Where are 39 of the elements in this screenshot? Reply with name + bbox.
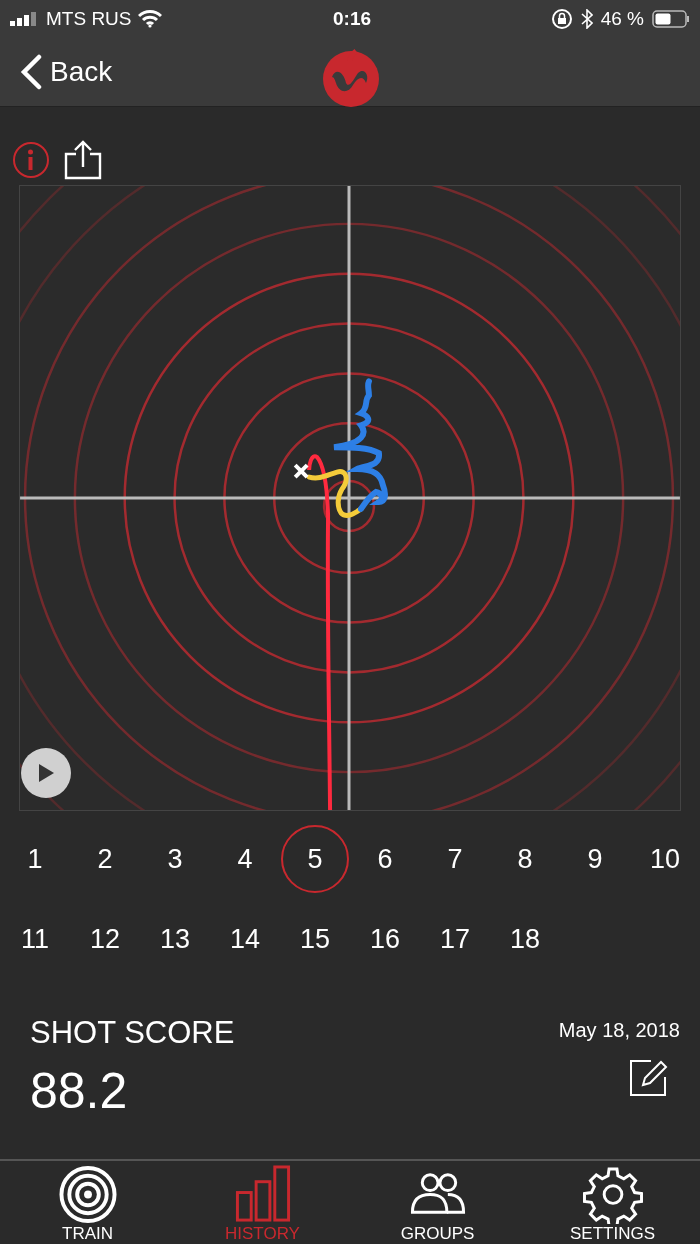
shot-number[interactable]: 10: [631, 825, 699, 893]
back-button[interactable]: Back: [0, 51, 113, 93]
tab-bar-item[interactable]: TRAIN: [0, 1161, 175, 1244]
tab-bar-item[interactable]: GROUPS: [350, 1161, 525, 1244]
shot-number[interactable]: 4: [211, 825, 279, 893]
shot-number[interactable]: 1: [1, 825, 69, 893]
battery-percent: 46 %: [600, 6, 644, 31]
shot-marker: [293, 463, 310, 480]
shot-number[interactable]: 13: [141, 905, 209, 973]
wifi-icon: [137, 10, 162, 28]
shot-number[interactable]: 6: [351, 825, 419, 893]
battery-icon: [652, 10, 690, 28]
shot-number[interactable]: 8: [491, 825, 559, 893]
clock-time: 0:16: [333, 6, 372, 31]
settings-icon: [582, 1165, 643, 1224]
shot-number[interactable]: 5: [281, 825, 349, 893]
shot-number[interactable]: 15: [281, 905, 349, 973]
shot-number[interactable]: 3: [141, 825, 209, 893]
shot-number[interactable]: 16: [351, 905, 419, 973]
chevron-left-icon: [20, 54, 42, 90]
shot-number[interactable]: 12: [71, 905, 139, 973]
shot-number[interactable]: 7: [421, 825, 489, 893]
shot-number[interactable]: 17: [421, 905, 489, 973]
shot-date: May 18, 2018: [558, 1018, 680, 1043]
shot-number[interactable]: 14: [211, 905, 279, 973]
score-value: 88.2: [30, 1062, 129, 1121]
target-icon: [57, 1165, 118, 1224]
rotation-lock-icon: [550, 8, 573, 30]
bluetooth-icon: [580, 9, 593, 29]
shot-number[interactable]: 9: [561, 825, 629, 893]
tab-bar-item[interactable]: SETTINGS: [525, 1161, 700, 1244]
info-icon[interactable]: [12, 141, 50, 179]
shot-number[interactable]: 18: [491, 905, 559, 973]
shot-number[interactable]: 2: [71, 825, 139, 893]
shot-number[interactable]: 11: [1, 905, 69, 973]
share-icon[interactable]: [64, 140, 102, 180]
carrier-name: MTS RUS: [46, 6, 132, 31]
score-title: SHOT SCORE: [30, 1014, 235, 1052]
play-icon: [37, 763, 55, 783]
